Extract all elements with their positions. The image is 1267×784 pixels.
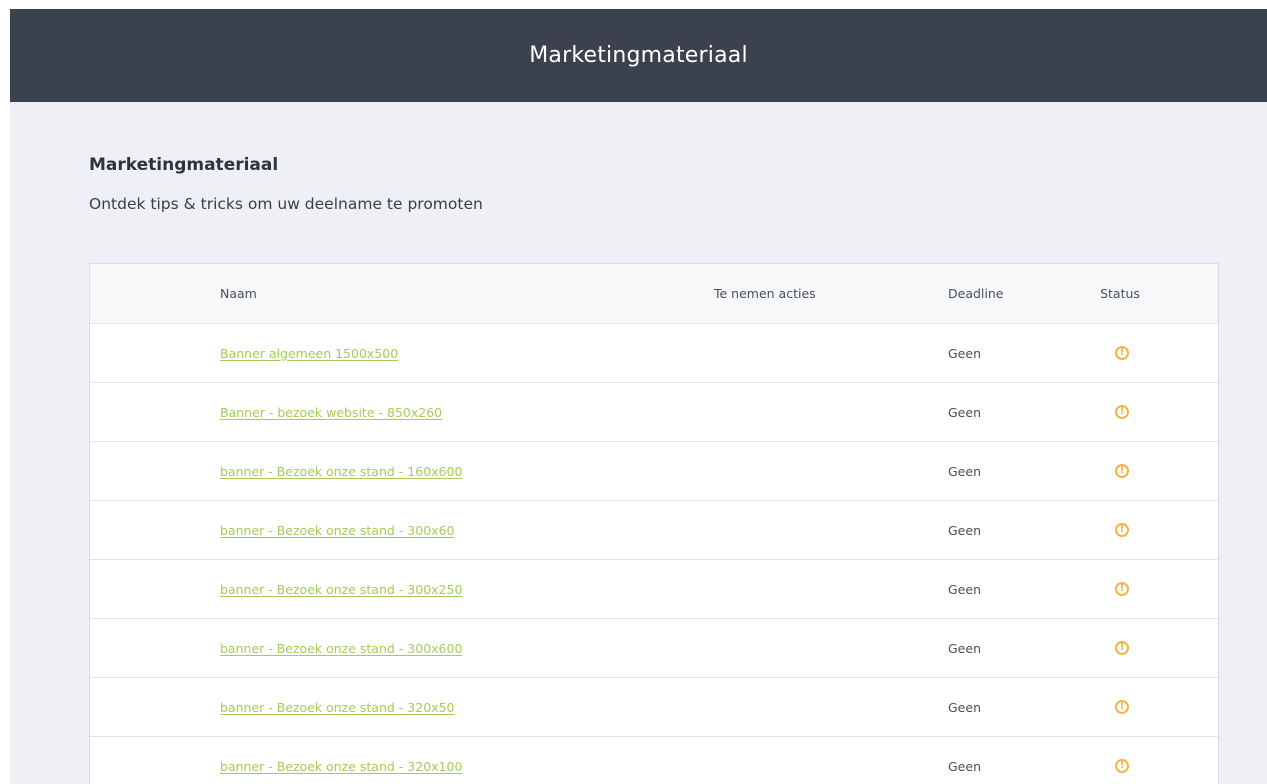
top-bar-title: Marketingmateriaal — [529, 43, 748, 68]
warning-icon: ! — [1115, 523, 1129, 537]
warning-icon: ! — [1115, 700, 1129, 714]
deadline-cell: Geen — [948, 522, 981, 538]
warning-icon: ! — [1115, 582, 1129, 596]
material-link[interactable]: banner - Bezoek onze stand - 160x600 — [220, 464, 462, 479]
column-header-actions: Te nemen acties — [714, 286, 816, 301]
column-header-status: Status — [1100, 286, 1140, 301]
table-row: banner - Bezoek onze stand - 300x60 Geen… — [90, 500, 1218, 559]
warning-icon: ! — [1115, 405, 1129, 419]
app-frame: Marketingmateriaal Marketingmateriaal On… — [10, 9, 1267, 784]
table-row: banner - Bezoek onze stand - 320x100 Gee… — [90, 736, 1218, 784]
table-header-row: Naam Te nemen acties Deadline Status — [90, 264, 1218, 323]
top-bar: Marketingmateriaal — [10, 9, 1267, 102]
page-subtitle: Ontdek tips & tricks om uw deelname te p… — [89, 195, 483, 213]
page-title: Marketingmateriaal — [89, 155, 279, 175]
table-row: Banner - bezoek website - 850x260 Geen ! — [90, 382, 1218, 441]
column-header-deadline: Deadline — [948, 286, 1004, 301]
deadline-cell: Geen — [948, 758, 981, 774]
deadline-cell: Geen — [948, 404, 981, 420]
table-row: banner - Bezoek onze stand - 160x600 Gee… — [90, 441, 1218, 500]
materials-table: Naam Te nemen acties Deadline Status Ban… — [89, 263, 1219, 784]
deadline-cell: Geen — [948, 581, 981, 597]
material-link[interactable]: banner - Bezoek onze stand - 320x100 — [220, 759, 462, 774]
table-row: banner - Bezoek onze stand - 300x250 Gee… — [90, 559, 1218, 618]
warning-icon: ! — [1115, 759, 1129, 773]
material-link[interactable]: banner - Bezoek onze stand - 300x60 — [220, 523, 454, 538]
main-content: Marketingmateriaal Ontdek tips & tricks … — [10, 102, 1267, 784]
table-row: banner - Bezoek onze stand - 300x600 Gee… — [90, 618, 1218, 677]
material-link[interactable]: banner - Bezoek onze stand - 300x250 — [220, 582, 462, 597]
warning-icon: ! — [1115, 464, 1129, 478]
warning-icon: ! — [1115, 641, 1129, 655]
deadline-cell: Geen — [948, 640, 981, 656]
deadline-cell: Geen — [948, 345, 981, 361]
warning-icon: ! — [1115, 346, 1129, 360]
table-row: Banner algemeen 1500x500 Geen ! — [90, 323, 1218, 382]
material-link[interactable]: Banner - bezoek website - 850x260 — [220, 405, 442, 420]
material-link[interactable]: Banner algemeen 1500x500 — [220, 346, 398, 361]
deadline-cell: Geen — [948, 699, 981, 715]
deadline-cell: Geen — [948, 463, 981, 479]
material-link[interactable]: banner - Bezoek onze stand - 320x50 — [220, 700, 454, 715]
material-link[interactable]: banner - Bezoek onze stand - 300x600 — [220, 641, 462, 656]
table-row: banner - Bezoek onze stand - 320x50 Geen… — [90, 677, 1218, 736]
column-header-name: Naam — [220, 286, 257, 301]
